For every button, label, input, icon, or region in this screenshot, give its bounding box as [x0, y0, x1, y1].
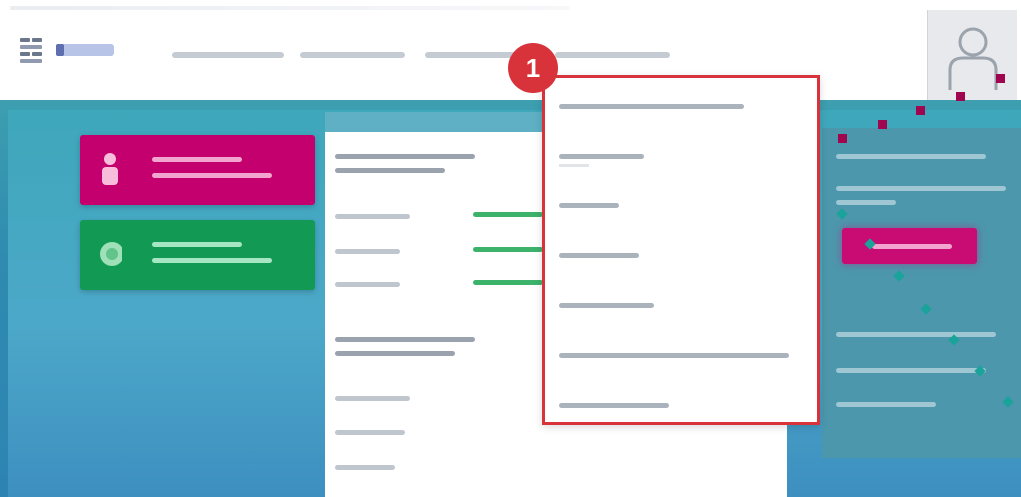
menu-item-6[interactable]	[559, 343, 809, 369]
annotation-dot	[838, 134, 847, 143]
section-heading-2b	[335, 351, 455, 356]
person-icon	[102, 153, 118, 185]
right-panel-line	[836, 402, 936, 407]
list-item[interactable]	[335, 465, 395, 470]
menu-item-3[interactable]	[559, 193, 809, 219]
nav-item-1[interactable]	[172, 52, 284, 58]
step-badge: 1	[508, 43, 558, 93]
right-panel-line	[836, 368, 986, 373]
right-panel-line	[836, 332, 996, 337]
menu-item-7[interactable]	[559, 393, 809, 419]
tile-secondary[interactable]	[80, 220, 315, 290]
section-heading-2	[335, 337, 475, 342]
section-heading-1b	[335, 168, 445, 173]
tile-primary[interactable]	[80, 135, 315, 205]
menu-item-2[interactable]	[559, 144, 809, 170]
tile-secondary-title	[152, 242, 242, 247]
menu-item-5[interactable]	[559, 293, 809, 319]
globe-icon	[100, 242, 122, 266]
list-item[interactable]	[335, 214, 410, 219]
progress-bar	[473, 212, 543, 217]
tile-primary-subtitle	[152, 173, 272, 178]
annotation-dot	[996, 74, 1005, 83]
top-strip	[10, 6, 570, 10]
list-item[interactable]	[335, 430, 405, 435]
logo-mark	[20, 38, 44, 64]
user-avatar-icon	[948, 27, 998, 90]
right-panel-line	[836, 154, 986, 159]
annotation-dot	[878, 120, 887, 129]
nav-dropdown-menu	[542, 75, 820, 425]
annotation-dot	[916, 106, 925, 115]
menu-item-4[interactable]	[559, 243, 809, 269]
action-button-label	[872, 244, 952, 249]
section-heading-1	[335, 154, 475, 159]
logo-wordmark	[56, 44, 114, 56]
list-item[interactable]	[335, 249, 400, 254]
menu-item-1[interactable]	[559, 94, 809, 120]
nav-item-4[interactable]	[555, 52, 670, 58]
right-panel-line	[836, 186, 1006, 191]
list-item[interactable]	[335, 282, 400, 287]
progress-bar	[473, 247, 543, 252]
tile-secondary-subtitle	[152, 258, 272, 263]
list-item[interactable]	[335, 396, 410, 401]
user-avatar[interactable]	[927, 10, 1017, 100]
tile-primary-title	[152, 157, 242, 162]
nav-item-2[interactable]	[300, 52, 405, 58]
action-button[interactable]	[842, 228, 977, 264]
right-panel-line	[836, 200, 896, 205]
top-header	[0, 0, 1021, 100]
company-logo[interactable]	[20, 38, 130, 64]
progress-bar	[473, 280, 543, 285]
right-panel	[822, 128, 1021, 458]
annotation-dot	[956, 92, 965, 101]
